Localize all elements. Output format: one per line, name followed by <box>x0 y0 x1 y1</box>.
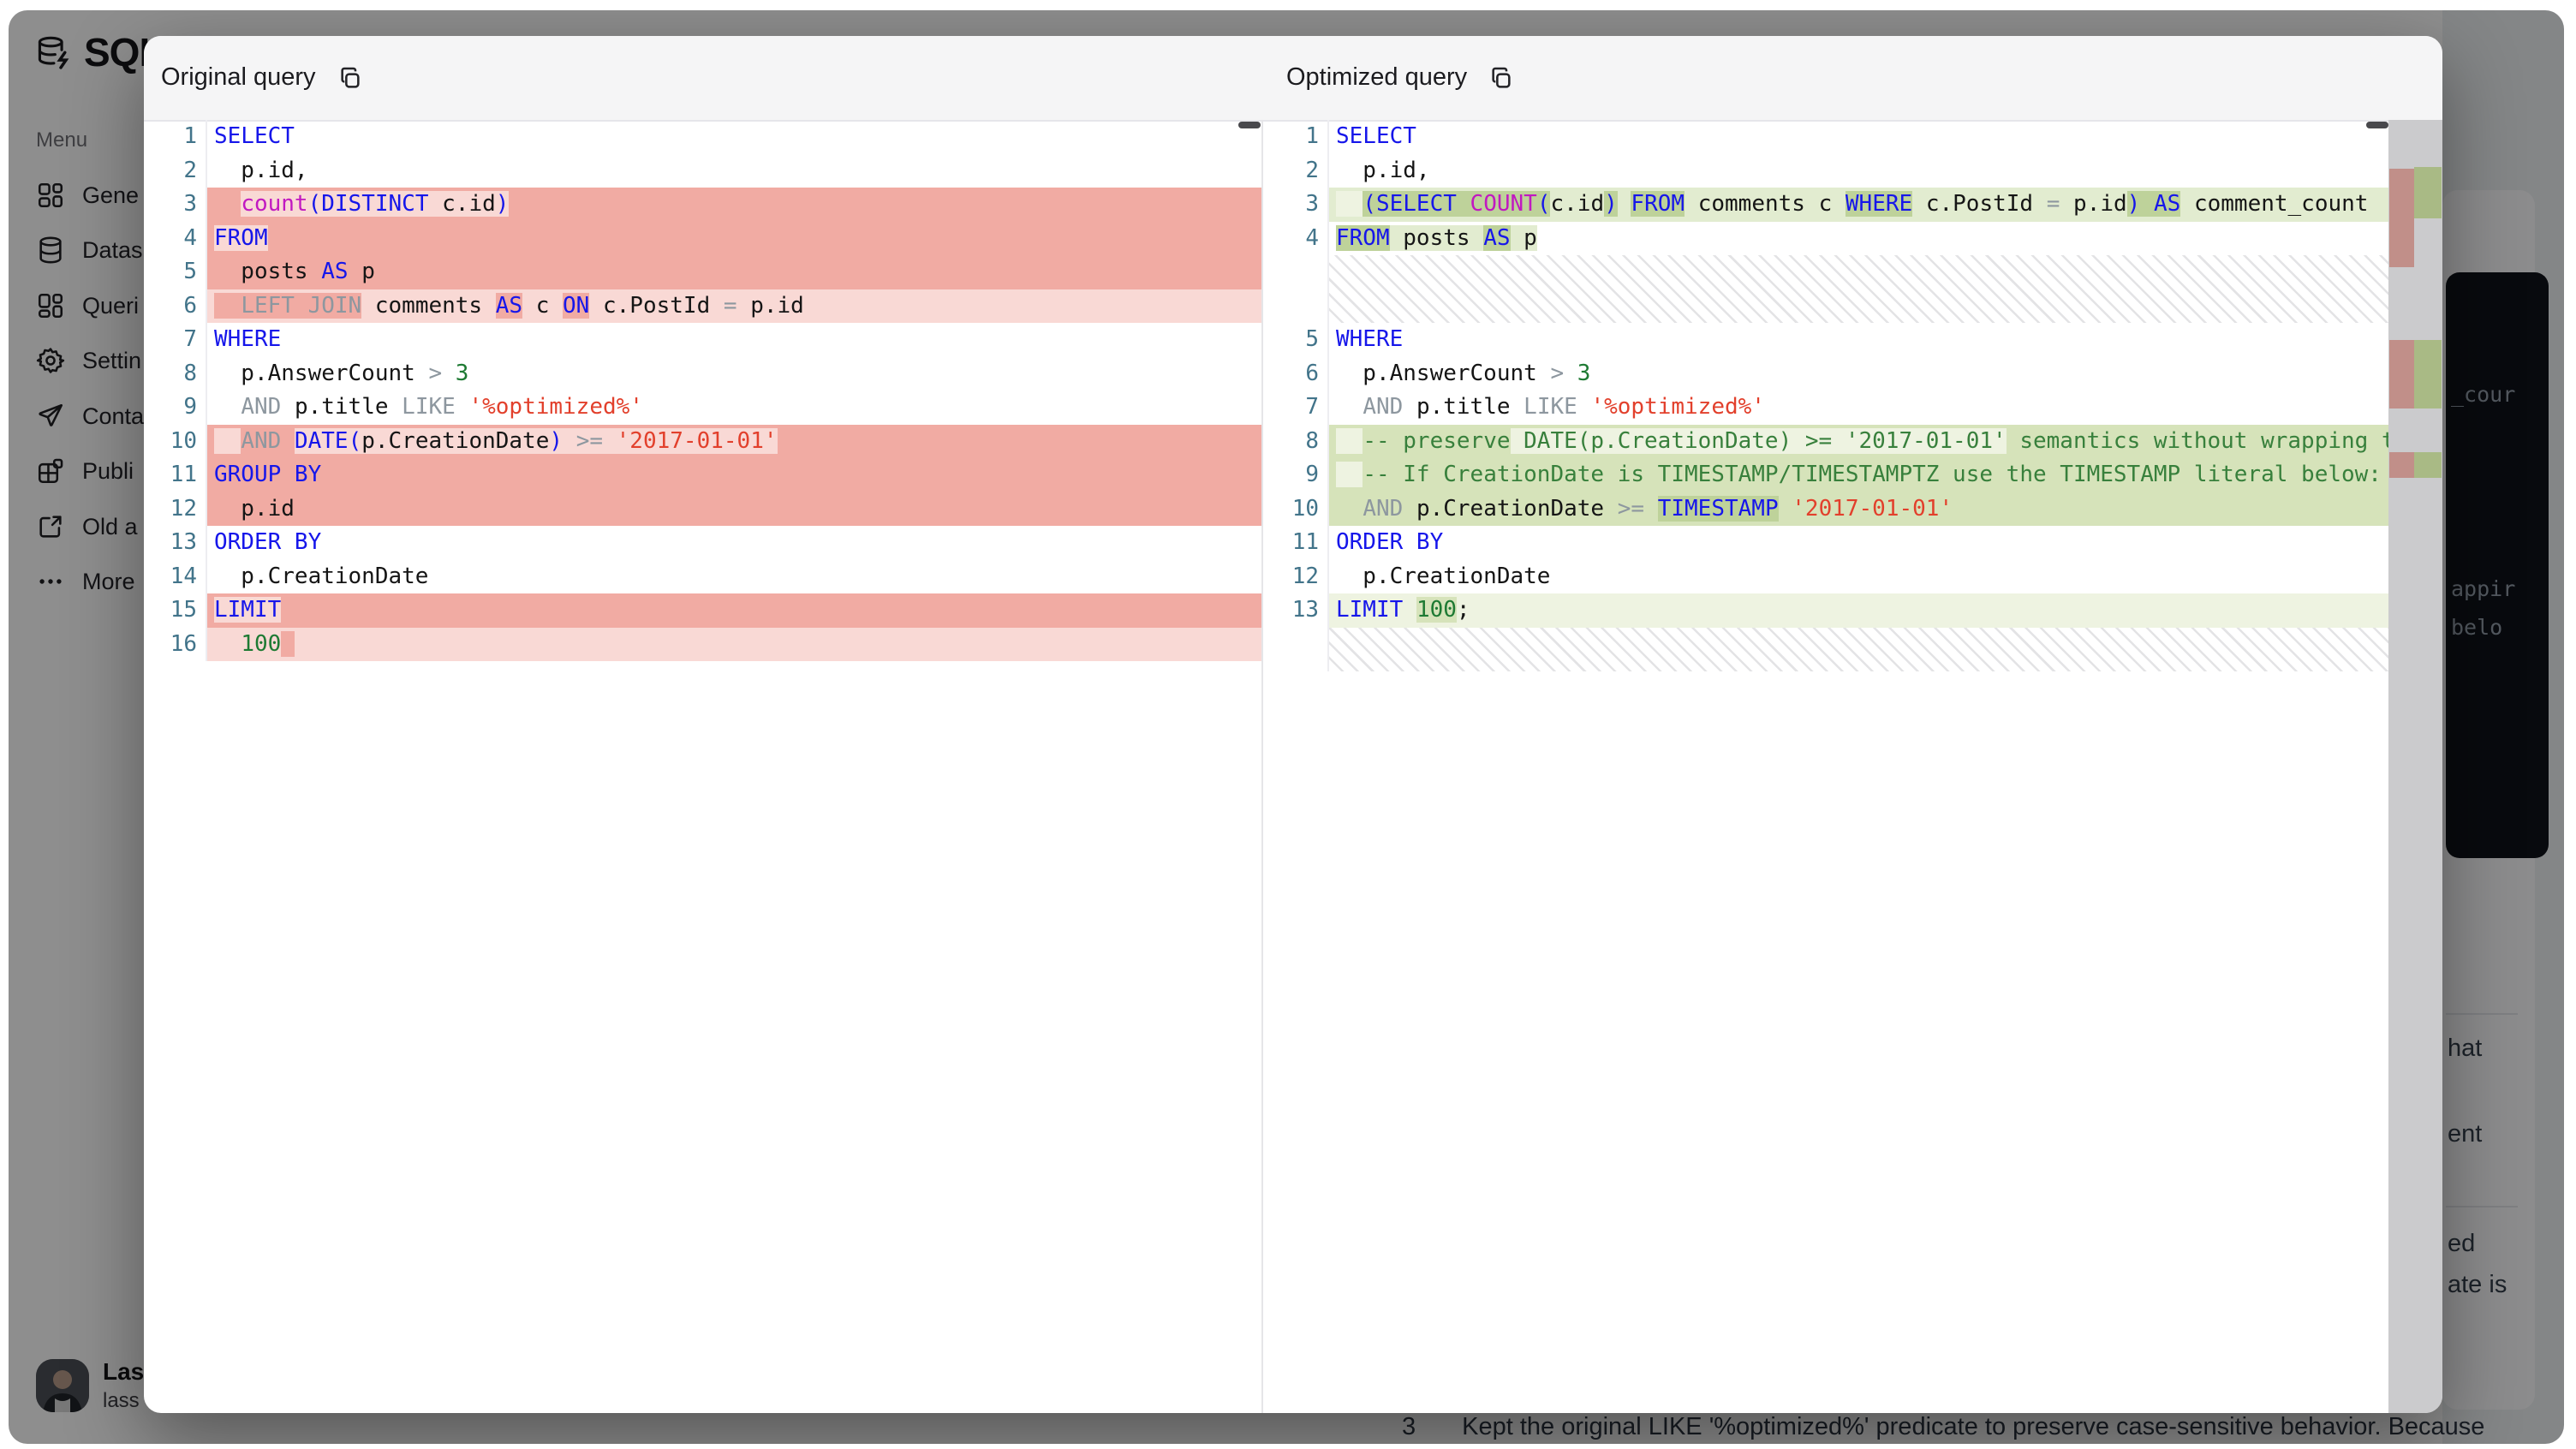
copy-optimized-button[interactable] <box>1486 62 1517 92</box>
line-number: 9 <box>144 391 206 425</box>
line-number: 10 <box>1263 492 1327 527</box>
page: SQL Menu GeneDatasQueriSettinContaPubliO… <box>0 0 2576 1449</box>
original-code-line-11: GROUP BY <box>207 458 1261 492</box>
original-code-line-4: FROM <box>207 222 1261 256</box>
optimized-code-area[interactable]: SELECT p.id, (SELECT COUNT(c.id) FROM co… <box>1329 120 2388 671</box>
original-code-line-3: count(DISTINCT c.id) <box>207 188 1261 222</box>
line-number: 5 <box>1263 323 1327 357</box>
original-code-line-5: posts AS p <box>207 255 1261 289</box>
line-number: 7 <box>1263 391 1327 425</box>
original-scrollbar-thumb[interactable] <box>1238 122 1261 128</box>
query-diff-modal: Original query Optimized query <box>144 36 2442 1413</box>
optimized-query-header: Optimized query <box>1286 36 1517 118</box>
line-number: 8 <box>144 357 206 391</box>
app-window: SQL Menu GeneDatasQueriSettinContaPubliO… <box>9 10 2564 1444</box>
original-code-line-2: p.id, <box>207 154 1261 188</box>
line-number: 14 <box>144 560 206 594</box>
original-query-title: Original query <box>161 63 316 92</box>
optimized-code-line-5: WHERE <box>1329 323 2388 357</box>
optimized-code-line-13: LIMIT 100; <box>1329 593 2388 628</box>
original-code-line-14: p.CreationDate <box>207 560 1261 594</box>
line-number: 2 <box>144 154 206 188</box>
optimized-code-line-9: -- If CreationDate is TIMESTAMP/TIMESTAM… <box>1329 458 2388 492</box>
line-number: 4 <box>1263 222 1327 256</box>
line-number: 8 <box>1263 425 1327 459</box>
ruler-red-mark <box>2389 169 2414 267</box>
line-number: 7 <box>144 323 206 357</box>
line-number: 6 <box>1263 357 1327 391</box>
optimized-code-line-11: ORDER BY <box>1329 526 2388 560</box>
ruler-green-mark <box>2414 167 2442 218</box>
optimized-code-line-10: AND p.CreationDate >= TIMESTAMP '2017-01… <box>1329 492 2388 527</box>
optimized-code-line-6: p.AnswerCount > 3 <box>1329 357 2388 391</box>
original-code-line-1: SELECT <box>207 120 1261 154</box>
optimized-scrollbar-thumb[interactable] <box>2366 122 2388 128</box>
original-code-line-7: WHERE <box>207 323 1261 357</box>
line-number: 6 <box>144 289 206 324</box>
ruler-red-mark <box>2389 452 2414 478</box>
original-code-area[interactable]: SELECT p.id, count(DISTINCT c.id)FROM po… <box>207 120 1261 661</box>
optimized-query-title: Optimized query <box>1286 63 1467 92</box>
original-code-line-6: LEFT JOIN comments AS c ON c.PostId = p.… <box>207 289 1261 324</box>
line-number: 3 <box>144 188 206 222</box>
line-number: 15 <box>144 593 206 628</box>
copy-icon <box>1488 63 1515 91</box>
original-code-line-12: p.id <box>207 492 1261 527</box>
line-number: 12 <box>144 492 206 527</box>
optimized-code-line-4: FROM posts AS p <box>1329 222 2388 256</box>
line-number: 2 <box>1263 154 1327 188</box>
line-number: 3 <box>1263 188 1327 222</box>
line-number: 12 <box>1263 560 1327 594</box>
line-number: 11 <box>144 458 206 492</box>
optimized-code-line-2: p.id, <box>1329 154 2388 188</box>
gutter-spacer <box>1263 628 1327 671</box>
line-number: 11 <box>1263 526 1327 560</box>
optimized-code-line-1: SELECT <box>1329 120 2388 154</box>
original-code-line-8: p.AnswerCount > 3 <box>207 357 1261 391</box>
gutter-spacer <box>1263 255 1327 323</box>
line-number: 9 <box>1263 458 1327 492</box>
line-number: 1 <box>144 120 206 154</box>
line-number: 10 <box>144 425 206 459</box>
optimized-code-line-7: AND p.title LIKE '%optimized%' <box>1329 391 2388 425</box>
line-number: 13 <box>1263 593 1327 628</box>
optimized-code-line-3: (SELECT COUNT(c.id) FROM comments c WHER… <box>1329 188 2388 222</box>
ruler-green-mark <box>2414 452 2442 478</box>
ruler-red-mark <box>2389 340 2414 408</box>
ruler-green-mark <box>2414 340 2442 408</box>
original-code-line-10: AND DATE(p.CreationDate) >= '2017-01-01' <box>207 425 1261 459</box>
diff-overview-ruler[interactable] <box>2388 120 2442 1413</box>
original-code-line-16: 100 <box>207 628 1261 662</box>
optimized-code-line-8: -- preserve DATE(p.CreationDate) >= '201… <box>1329 425 2388 459</box>
line-number: 5 <box>144 255 206 289</box>
optimized-filler-row <box>1329 628 2388 671</box>
copy-original-button[interactable] <box>335 62 366 92</box>
original-code-line-13: ORDER BY <box>207 526 1261 560</box>
original-query-header: Original query <box>161 36 366 118</box>
copy-icon <box>337 63 364 91</box>
optimized-filler-row <box>1329 255 2388 323</box>
original-code-line-9: AND p.title LIKE '%optimized%' <box>207 391 1261 425</box>
original-line-numbers: 12345678910111213141516 <box>144 120 207 661</box>
line-number: 1 <box>1263 120 1327 154</box>
line-number: 16 <box>144 628 206 662</box>
optimized-code-line-12: p.CreationDate <box>1329 560 2388 594</box>
original-code-line-15: LIMIT <box>207 593 1261 628</box>
line-number: 4 <box>144 222 206 256</box>
optimized-line-numbers: 12345678910111213 <box>1263 120 1329 671</box>
line-number: 13 <box>144 526 206 560</box>
